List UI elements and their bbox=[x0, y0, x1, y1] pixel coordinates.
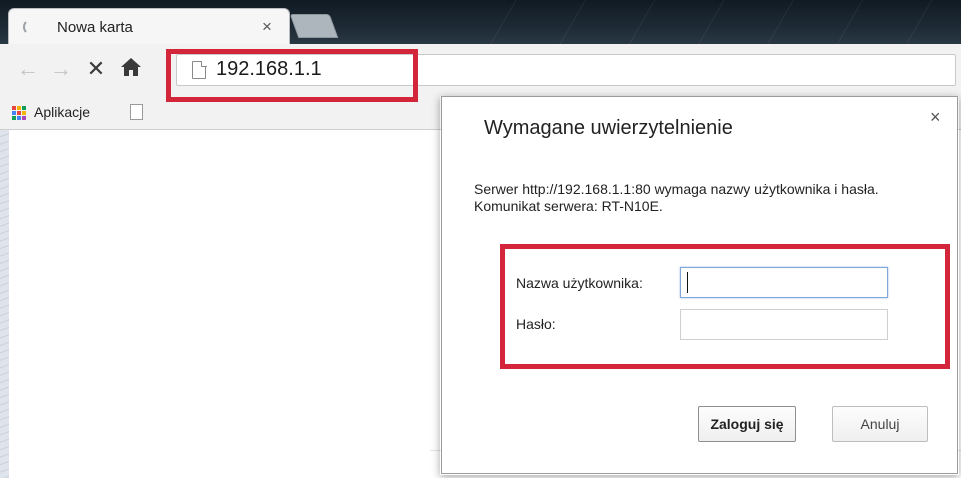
login-button[interactable]: Zaloguj się bbox=[698, 406, 796, 442]
tab-strip: Nowa karta × bbox=[0, 0, 961, 44]
dialog-title: Wymagane uwierzytelnienie bbox=[484, 117, 733, 139]
apps-bookmark-label[interactable]: Aplikacje bbox=[34, 104, 90, 120]
home-icon[interactable] bbox=[116, 56, 146, 82]
password-label: Hasło: bbox=[516, 316, 556, 332]
tab-close-icon[interactable]: × bbox=[257, 17, 277, 37]
browser-tab[interactable]: Nowa karta × bbox=[8, 8, 290, 44]
window-edge-decoration bbox=[0, 130, 9, 478]
new-tab-button[interactable] bbox=[289, 14, 339, 38]
auth-dialog: × Wymagane uwierzytelnienie Serwer http:… bbox=[441, 96, 958, 474]
page-icon bbox=[192, 60, 207, 79]
back-icon[interactable]: ← bbox=[16, 56, 40, 82]
stop-icon[interactable]: ✕ bbox=[84, 56, 108, 82]
password-input[interactable] bbox=[680, 309, 888, 340]
close-icon[interactable]: × bbox=[930, 107, 941, 128]
tab-title: Nowa karta bbox=[57, 19, 133, 36]
loading-spinner-icon bbox=[23, 19, 39, 35]
forward-icon[interactable]: → bbox=[49, 56, 73, 82]
titlebar-decoration bbox=[481, 0, 961, 44]
bookmark-page-icon[interactable] bbox=[130, 104, 143, 120]
text-caret bbox=[687, 272, 688, 293]
address-bar[interactable]: 192.168.1.1 bbox=[176, 54, 956, 86]
apps-icon[interactable] bbox=[12, 106, 28, 120]
url-text[interactable]: 192.168.1.1 bbox=[216, 58, 322, 81]
username-label: Nazwa użytkownika: bbox=[516, 275, 643, 291]
username-input[interactable] bbox=[680, 267, 888, 298]
browser-toolbar: ← → ✕ 192.168.1.1 bbox=[0, 44, 961, 96]
dialog-message: Serwer http://192.168.1.1:80 wymaga nazw… bbox=[474, 181, 879, 214]
cancel-button[interactable]: Anuluj bbox=[832, 406, 928, 442]
